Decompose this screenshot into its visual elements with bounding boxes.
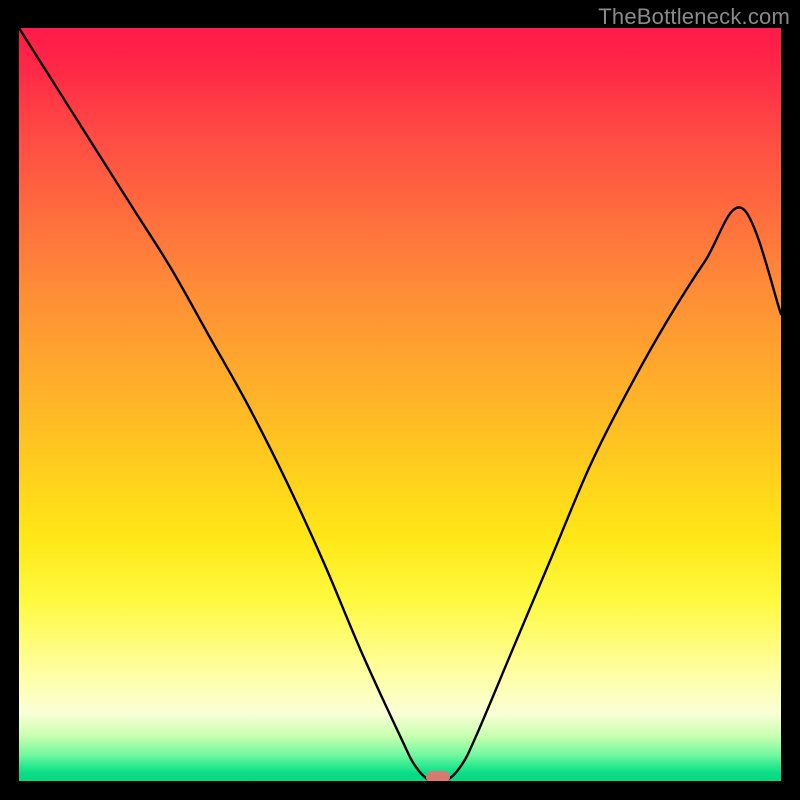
bottleneck-curve bbox=[19, 28, 781, 781]
plot-area bbox=[19, 28, 781, 781]
attribution-text: TheBottleneck.com bbox=[598, 4, 790, 30]
chart-frame: TheBottleneck.com bbox=[0, 0, 800, 800]
optimal-marker bbox=[426, 771, 450, 781]
